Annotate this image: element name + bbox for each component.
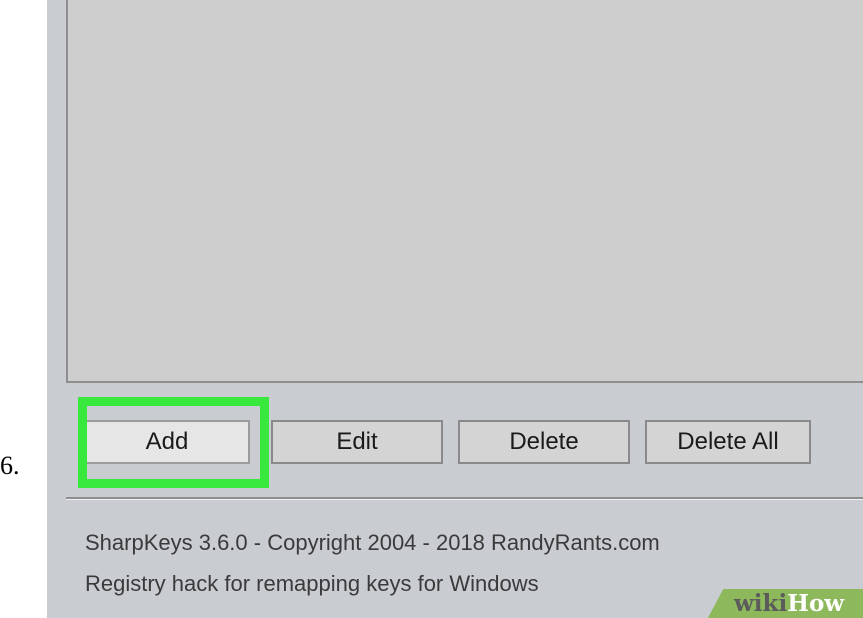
watermark-how: How [787, 590, 845, 617]
footer-separator [66, 497, 863, 500]
copyright-text: SharpKeys 3.6.0 - Copyright 2004 - 2018 … [85, 530, 660, 555]
wikihow-watermark: wikiHow [734, 590, 844, 617]
sharpkeys-window: Add Edit Delete Delete All SharpKeys 3.6… [47, 0, 863, 618]
key-mapping-list[interactable] [66, 0, 863, 383]
screenshot-stage: 6. Add Edit Delete Delete All SharpKeys … [0, 0, 863, 618]
edit-button[interactable]: Edit [271, 420, 443, 464]
description-text: Registry hack for remapping keys for Win… [85, 571, 539, 596]
add-button[interactable]: Add [84, 420, 250, 464]
step-number: 6. [0, 451, 20, 480]
watermark-wiki: wiki [734, 590, 788, 617]
delete-all-button[interactable]: Delete All [645, 420, 811, 464]
delete-button[interactable]: Delete [458, 420, 630, 464]
